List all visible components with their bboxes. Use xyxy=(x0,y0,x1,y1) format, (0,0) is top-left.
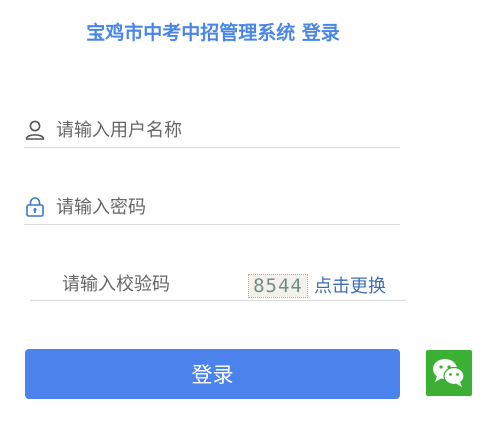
captcha-image[interactable]: 8544 xyxy=(248,274,308,298)
password-input[interactable] xyxy=(56,192,386,222)
login-button[interactable]: 登录 xyxy=(25,349,400,399)
captcha-input[interactable] xyxy=(62,270,242,298)
username-field-row xyxy=(24,113,400,148)
password-field-row xyxy=(24,190,400,225)
lock-icon xyxy=(24,196,46,218)
login-page: 宝鸡市中考中招管理系统 登录 8544 点击更换 登录 xyxy=(0,0,484,423)
wechat-login-button[interactable] xyxy=(426,350,472,396)
captcha-refresh-link[interactable]: 点击更换 xyxy=(314,272,386,298)
page-title: 宝鸡市中考中招管理系统 登录 xyxy=(86,22,340,44)
captcha-field-row: 8544 点击更换 xyxy=(30,268,406,301)
username-input[interactable] xyxy=(56,115,386,145)
user-icon xyxy=(24,119,46,141)
